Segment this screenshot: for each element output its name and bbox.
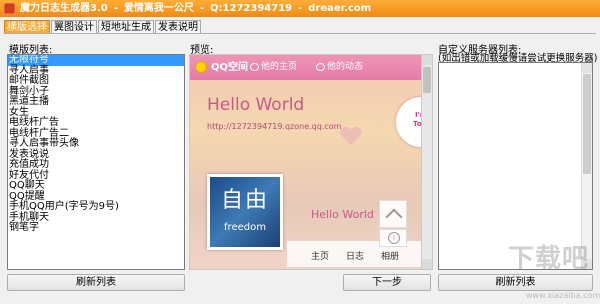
qzone-top-bar: QQ空间 他的主页 他的动态 [190,55,421,80]
info-icon [379,229,407,247]
qzone-nav-item: 日志 [346,252,365,262]
avatar: 自由 freedom [207,174,283,250]
watermark-logo: 下载吧 [508,244,590,274]
template-list-item[interactable]: 邮件截图 [8,75,184,87]
preview-pane: QQ空间 他的主页 他的动态 Hello World http://127239… [189,54,422,270]
app-icon [4,3,15,14]
template-list-item[interactable]: 电线杆广告 [8,117,184,129]
avatar-small-text: freedom [224,222,266,233]
tab-publish-help[interactable]: 发表说明 [155,20,201,34]
scroll-up-arrow-icon[interactable] [422,55,432,65]
template-list-item[interactable]: 钢笔字 [8,222,184,234]
avatar-big-text: 自由 [220,188,269,213]
qzone-headline: Hello World [207,95,305,115]
preview-scrollbar[interactable] [422,54,433,270]
refresh-server-list-button[interactable]: 刷新列表 [438,274,593,291]
qzone-nav-item: 相册 [381,252,400,262]
badge-line2: Tom [413,120,422,128]
scroll-down-arrow-icon[interactable] [422,259,432,269]
tab-image-design[interactable]: 翼图设计 [51,20,97,34]
qq-logo-icon [195,61,207,73]
badge-line1: I'm [414,111,421,119]
qzone-title: QQ空间 [211,62,249,73]
template-list-item[interactable]: 寻人启事带头像 [8,138,184,150]
tab-divider [4,33,596,34]
title-bar: 魔力日志生成器3.0- 爱情离我一公尺 - Q:1272394719- dreaer.c… [0,0,600,17]
qzone-badge: I'm Tom [396,97,422,147]
qzone-nav-home: 他的主页 [261,62,298,72]
qzone-nav-item: 主页 [311,252,330,262]
next-step-button[interactable]: 下一步 [343,274,431,291]
template-list-item[interactable]: 无限符号 [8,55,184,66]
back-to-top-icon [379,200,407,228]
refresh-template-list-button[interactable]: 刷新列表 [7,274,185,291]
watermark-url: www.xiazaiba.com [526,291,600,300]
window-title: 魔力日志生成器3.0 [20,3,108,14]
window-qq: Q:1272394719 [210,3,293,14]
tab-short-url[interactable]: 短地址生成 [98,20,154,34]
template-list-item[interactable]: 黑道主播 [8,96,184,108]
window-subtitle: 爱情离我一公尺 [123,3,194,14]
scroll-thumb[interactable] [423,67,431,93]
scroll-up-arrow-icon[interactable] [582,63,592,73]
scroll-thumb[interactable] [583,74,591,174]
avatar-image: 自由 freedom [210,177,280,247]
template-list[interactable]: 无限符号 寻人启事 邮件截图 舞剑小子 黑道主播 女生 电线杆广告 电线杆广告二 寻人启事带头像… [7,54,185,270]
template-list-item[interactable]: 手机QQ用户(字号为9号) [8,201,184,213]
home-icon [250,63,259,71]
heart-decoration-icon [340,127,362,149]
feed-icon [316,63,325,71]
qzone-url: http://1272394719.qzone.qq.com [207,122,342,131]
template-list-item[interactable]: QQ聊天 [8,180,184,192]
window-site: dreaer.com [308,3,372,14]
tab-bar: 横版选择 翼图设计 短地址生成 发表说明 [4,20,202,34]
template-list-item[interactable]: 充值成功 [8,159,184,171]
qzone-nav-feed: 他的动态 [327,62,364,72]
tab-template-select[interactable]: 横版选择 [4,20,50,34]
qzone-name: Hello World [311,208,374,221]
